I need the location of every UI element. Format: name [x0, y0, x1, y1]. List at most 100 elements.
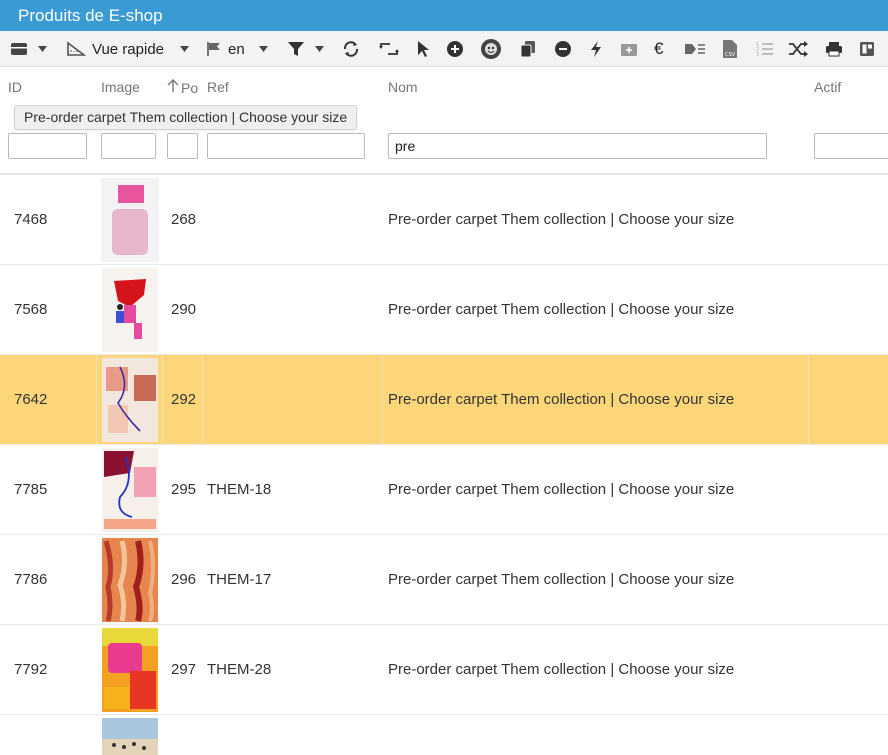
table-row[interactable]: 7792 297 THEM-28 Pre-order carpet Them c… [0, 625, 888, 715]
table-row[interactable]: 7468 268 Pre-order carpet Them collectio… [0, 175, 888, 265]
column-header-image[interactable]: Image [101, 79, 140, 95]
filter-id-input[interactable] [8, 133, 87, 159]
shuffle-icon [788, 41, 808, 57]
copy-button[interactable] [520, 31, 536, 67]
cell-name: Pre-order carpet Them collection | Choos… [388, 391, 735, 408]
filter-active-input[interactable] [814, 133, 888, 159]
cell-id: 7786 [14, 571, 48, 588]
column-header-id[interactable]: ID [8, 79, 22, 95]
toolbar: Vue rapide en € CSV 1 2 3 [0, 31, 888, 67]
name-tooltip: Pre-order carpet Them collection | Choos… [14, 105, 358, 130]
cell-position: 297 [171, 661, 197, 678]
face-icon [480, 38, 502, 60]
sync-button[interactable] [378, 31, 400, 67]
add-to-category-button[interactable] [620, 31, 638, 67]
column-divider [162, 355, 163, 445]
panel-toggle-button[interactable] [10, 31, 47, 67]
cell-id: 7785 [14, 481, 48, 498]
table-row-selected[interactable]: 7642 292 Pre-order carpet Them collectio… [0, 355, 888, 445]
caret-down-icon [315, 46, 324, 52]
product-thumbnail [102, 268, 158, 352]
cell-id: 7642 [14, 391, 48, 408]
cell-position: 295 [171, 481, 197, 498]
product-thumbnail [102, 358, 158, 442]
duplicate-button[interactable] [480, 31, 502, 67]
column-header-active[interactable]: Actif [814, 79, 841, 95]
cell-name: Pre-order carpet Them collection | Choos… [388, 211, 735, 228]
column-divider [202, 355, 203, 445]
flag-icon [206, 41, 222, 57]
columns-button[interactable] [859, 31, 875, 67]
csv-file-icon: CSV [722, 39, 738, 59]
grid-header: ID Image Po Ref Nom Actif Pre-order carp… [0, 67, 888, 175]
cell-ref: THEM-18 [207, 481, 272, 498]
filter-position-input[interactable] [167, 133, 198, 159]
cell-name: Pre-order carpet Them collection | Choos… [388, 661, 735, 678]
cursor-icon [416, 40, 430, 58]
product-thumbnail [102, 718, 158, 755]
position-header-label: Po [181, 79, 199, 96]
sync-arrows-icon [378, 41, 400, 57]
table-row[interactable]: 7785 295 THEM-18 Pre-order carpet Them c… [0, 445, 888, 535]
window-title: Produits de E-shop [0, 0, 888, 31]
column-divider [808, 355, 809, 445]
column-header-name[interactable]: Nom [388, 79, 418, 95]
table-row-partial[interactable] [0, 715, 888, 755]
cell-position: 296 [171, 571, 197, 588]
language-label: en [228, 40, 245, 58]
filter-icon [287, 41, 305, 57]
select-button[interactable] [416, 31, 430, 67]
cell-position: 292 [171, 391, 197, 408]
column-divider [382, 355, 383, 445]
numbered-list-button[interactable]: 123 [756, 31, 774, 67]
filter-ref-input[interactable] [207, 133, 365, 159]
table-row[interactable]: 7568 290 Pre-order carpet Them collectio… [0, 265, 888, 355]
view-select[interactable]: Vue rapide [66, 31, 189, 67]
folder-plus-icon [620, 41, 638, 57]
quick-action-button[interactable] [589, 31, 603, 67]
tags-button[interactable] [684, 31, 706, 67]
price-button[interactable]: € [654, 31, 663, 67]
caret-down-icon [180, 46, 189, 52]
column-header-ref[interactable]: Ref [207, 79, 229, 95]
cell-id: 7468 [14, 211, 48, 228]
svg-text:3: 3 [756, 52, 759, 57]
cell-id: 7568 [14, 301, 48, 318]
filter-button[interactable] [287, 31, 324, 67]
copy-icon [520, 40, 536, 58]
cell-ref: THEM-17 [207, 571, 272, 588]
filter-name-input[interactable] [388, 133, 767, 159]
minus-circle-icon [554, 40, 572, 58]
svg-text:CSV: CSV [725, 52, 736, 58]
product-thumbnail [101, 178, 159, 262]
filter-image-input[interactable] [101, 133, 156, 159]
column-divider [96, 355, 97, 445]
export-csv-button[interactable]: CSV [722, 31, 738, 67]
add-button[interactable] [446, 31, 464, 67]
table-row[interactable]: 7786 296 THEM-17 Pre-order carpet Them c… [0, 535, 888, 625]
caret-down-icon [258, 46, 268, 52]
column-header-position[interactable]: Po [167, 79, 198, 96]
cell-position: 268 [171, 211, 197, 228]
cell-name: Pre-order carpet Them collection | Choos… [388, 481, 735, 498]
language-select[interactable]: en [206, 31, 268, 67]
cell-id: 7792 [14, 661, 48, 678]
window-icon [10, 41, 28, 57]
sort-arrow-up-icon [167, 79, 179, 96]
product-thumbnail [102, 628, 158, 712]
cell-name: Pre-order carpet Them collection | Choos… [388, 571, 735, 588]
caret-down-icon [38, 46, 47, 52]
refresh-button[interactable] [342, 31, 360, 67]
view-label: Vue rapide [92, 40, 164, 58]
refresh-icon [342, 40, 360, 58]
shuffle-button[interactable] [788, 31, 808, 67]
product-thumbnail [102, 448, 158, 532]
plus-circle-icon [446, 40, 464, 58]
cell-position: 290 [171, 301, 197, 318]
tag-list-icon [684, 41, 706, 57]
print-button[interactable] [825, 31, 843, 67]
euro-icon: € [654, 39, 664, 58]
remove-button[interactable] [554, 31, 572, 67]
printer-icon [825, 41, 843, 57]
ruler-icon [66, 41, 86, 57]
